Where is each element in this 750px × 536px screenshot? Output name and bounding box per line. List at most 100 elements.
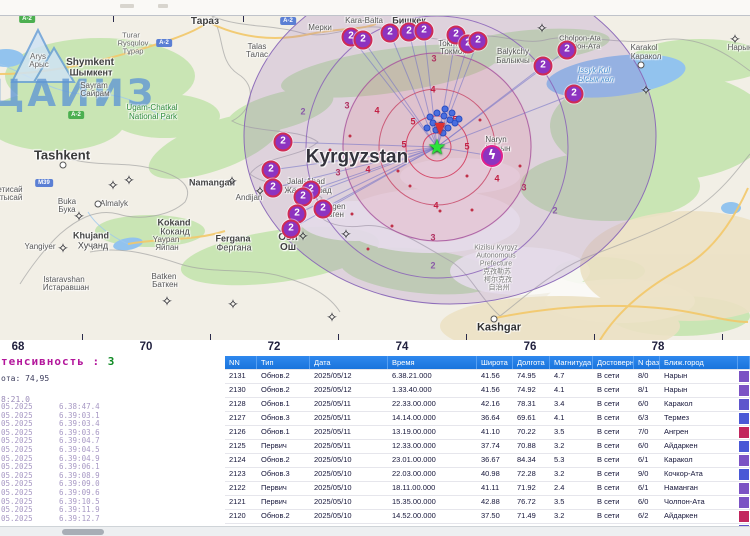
table-cell: 2121 (225, 496, 257, 509)
table-cell: Айдаркен (660, 510, 738, 523)
quake-marker[interactable]: 2 (354, 31, 373, 50)
ring-intensity-label: 5 (410, 118, 415, 127)
table-cell: 4.1 (550, 412, 593, 425)
aftershock-dot (351, 213, 354, 216)
table-cell: 41.56 (477, 384, 513, 397)
ring-intensity-label: 5 (401, 141, 406, 150)
quake-marker[interactable]: 2 (381, 24, 400, 43)
table-cell: 2025/05/11 (310, 426, 388, 439)
table-cell: 3.2 (550, 510, 593, 523)
table-header-cell[interactable]: Долгота (513, 356, 550, 369)
city-label: Issyk Kul (578, 67, 610, 75)
ring-intensity-label: 5 (464, 143, 469, 152)
table-row[interactable]: 2127Обнов.32025/05/1114.14.00.00036.6469… (225, 412, 750, 426)
table-row[interactable]: 2120Обнов.22025/05/1014.52.00.00037.5071… (225, 510, 750, 524)
axis-tick (243, 16, 244, 22)
city-label: Almalyk (100, 200, 128, 208)
table-cell: 76.72 (513, 496, 550, 509)
table-cell: 70.22 (513, 426, 550, 439)
city-label: 自治州 (489, 285, 510, 292)
magnitude-color-cell (738, 510, 750, 523)
map[interactable]: ЦАИИЗ KyrgyzstanTashkentShymkentШымкентS… (0, 16, 750, 340)
city-label: Autonomous (476, 253, 515, 260)
table-header-cell[interactable]: Время (388, 356, 477, 369)
epicenter-star-icon: ★ (428, 135, 447, 159)
station-star-icon: ✧ (227, 297, 239, 313)
events-table: NNТипДатаВремяШиротаДолготаМагнитудаДост… (225, 356, 750, 536)
table-cell: 1.33.40.000 (388, 384, 477, 397)
table-row[interactable]: 2131Обнов.22025/05/126.38.21.00041.5674.… (225, 370, 750, 384)
table-row[interactable]: 2123Обнов.32025/05/1022.03.00.00040.9872… (225, 468, 750, 482)
table-cell: 6.38.21.000 (388, 370, 477, 383)
quake-marker[interactable]: 2 (415, 22, 434, 41)
longitude-axis-label: 70 (140, 341, 153, 353)
table-cell: В сети (593, 412, 634, 425)
table-cell: Обнов.2 (257, 384, 310, 397)
table-header-cell[interactable]: Достоверность (593, 356, 634, 369)
quake-marker[interactable]: 2 (264, 179, 283, 198)
scrollbar-thumb[interactable] (62, 529, 104, 535)
table-row[interactable]: 2124Обнов.22025/05/1023.01.00.00036.6784… (225, 454, 750, 468)
table-cell: 9/0 (634, 468, 660, 481)
table-cell: В сети (593, 384, 634, 397)
table-header-cell[interactable]: Широта (477, 356, 513, 369)
table-cell: 2130 (225, 384, 257, 397)
table-cell: 3.4 (550, 398, 593, 411)
magnitude-color-cell (738, 454, 750, 467)
ring-intensity-label: 3 (521, 184, 526, 193)
aftershock-dot (329, 149, 332, 152)
city-label: Ugam-Chatkal (126, 104, 177, 112)
quake-marker[interactable]: 2 (314, 200, 333, 219)
city-label: Naryn (485, 136, 506, 144)
ring-intensity-label: 2 (430, 262, 435, 271)
city-label: Khujand (73, 232, 109, 241)
table-cell: Обнов.3 (257, 468, 310, 481)
lightning-marker[interactable]: ϟ (481, 145, 503, 167)
quake-marker[interactable]: 2 (274, 133, 293, 152)
table-header-cell[interactable]: NN (225, 356, 257, 369)
quake-marker[interactable]: 2 (262, 161, 281, 180)
table-row[interactable]: 2130Обнов.22025/05/121.33.40.00041.5674.… (225, 384, 750, 398)
table-header-cell[interactable]: Ближ.город (660, 356, 738, 369)
table-cell: Каракол (660, 454, 738, 467)
table-cell: 3.5 (550, 496, 593, 509)
event-times-list: 05.20256.38:47.405.20256.39:03.105.20256… (1, 403, 100, 523)
city-label: Shymkent (66, 58, 114, 68)
table-header-cell[interactable]: Магнитуда (550, 356, 593, 369)
station-star-icon: ✧ (123, 173, 135, 189)
table-cell: 41.10 (477, 426, 513, 439)
quake-marker[interactable]: 2 (565, 85, 584, 104)
quake-marker[interactable]: 2 (558, 41, 577, 60)
quake-marker[interactable]: 2 (534, 57, 553, 76)
h-scrollbar[interactable] (0, 526, 750, 536)
table-header-cell[interactable]: Дата (310, 356, 388, 369)
table-cell: 3.2 (550, 440, 593, 453)
quake-marker[interactable]: 2 (469, 32, 488, 51)
table-cell: 2.4 (550, 482, 593, 495)
magnitude-color-cell (738, 496, 750, 509)
table-cell: 15.35.00.000 (388, 496, 477, 509)
station-star-icon: ✧ (326, 310, 338, 326)
table-cell: 37.50 (477, 510, 513, 523)
city-label: Талас (246, 51, 268, 59)
longitude-axis-label: 74 (396, 341, 409, 353)
table-row[interactable]: 2125Первич2025/05/1112.33.00.00037.7470.… (225, 440, 750, 454)
city-label: Balykchy (497, 48, 529, 56)
table-row[interactable]: 2122Первич2025/05/1018.11.00.00041.1171.… (225, 482, 750, 496)
station-star-icon: ✧ (729, 32, 741, 48)
table-cell: 3.5 (550, 426, 593, 439)
table-row[interactable]: 2121Первич2025/05/1015.35.00.00042.8876.… (225, 496, 750, 510)
event-time: 6.39:12.7 (59, 514, 100, 523)
magnitude-color-cell (738, 482, 750, 495)
table-row[interactable]: 2126Обнов.12025/05/1113.19.00.00041.1070… (225, 426, 750, 440)
table-cell: 4.1 (550, 384, 593, 397)
station-star-icon: ✧ (536, 21, 548, 37)
table-header-cell[interactable]: Тип (257, 356, 310, 369)
station-star-icon: ✧ (107, 178, 119, 194)
table-header-cell[interactable]: N фаз (634, 356, 660, 369)
city-label: National Park (129, 113, 177, 121)
table-cell: 6/1 (634, 454, 660, 467)
table-cell: Обнов.1 (257, 426, 310, 439)
quake-marker[interactable]: 2 (282, 220, 301, 239)
table-row[interactable]: 2128Обнов.12025/05/1122.33.00.00042.1678… (225, 398, 750, 412)
